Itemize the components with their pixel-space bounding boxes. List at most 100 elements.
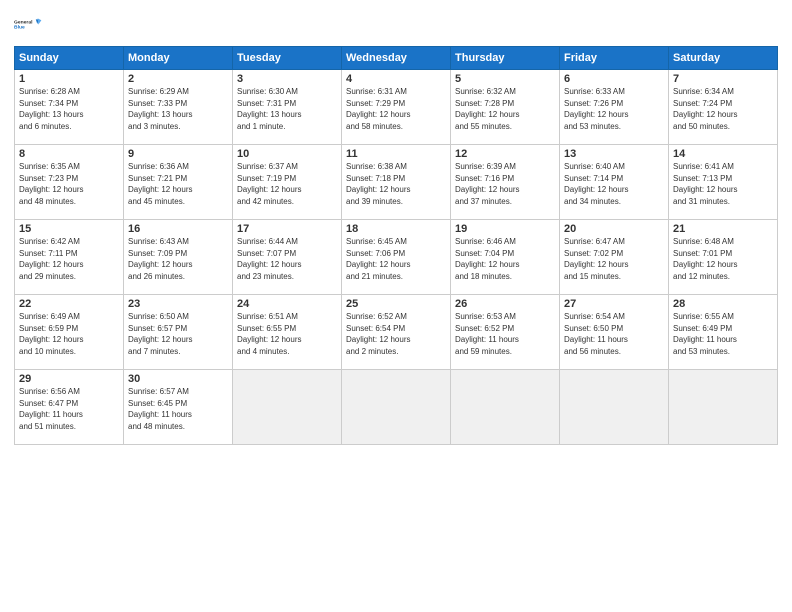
col-sunday: Sunday — [15, 47, 124, 70]
day-number: 15 — [19, 223, 119, 235]
day-number: 18 — [346, 223, 446, 235]
day-info: Sunrise: 6:36 AMSunset: 7:21 PMDaylight:… — [128, 161, 228, 207]
day-info: Sunrise: 6:44 AMSunset: 7:07 PMDaylight:… — [237, 236, 337, 282]
calendar-cell: 23Sunrise: 6:50 AMSunset: 6:57 PMDayligh… — [124, 295, 233, 370]
day-info: Sunrise: 6:40 AMSunset: 7:14 PMDaylight:… — [564, 161, 664, 207]
day-info: Sunrise: 6:37 AMSunset: 7:19 PMDaylight:… — [237, 161, 337, 207]
calendar-row: 29Sunrise: 6:56 AMSunset: 6:47 PMDayligh… — [15, 370, 778, 445]
calendar-cell: 7Sunrise: 6:34 AMSunset: 7:24 PMDaylight… — [669, 70, 778, 145]
day-number: 25 — [346, 298, 446, 310]
col-friday: Friday — [560, 47, 669, 70]
calendar-cell: 15Sunrise: 6:42 AMSunset: 7:11 PMDayligh… — [15, 220, 124, 295]
header-row: Sunday Monday Tuesday Wednesday Thursday… — [15, 47, 778, 70]
day-info: Sunrise: 6:43 AMSunset: 7:09 PMDaylight:… — [128, 236, 228, 282]
day-info: Sunrise: 6:34 AMSunset: 7:24 PMDaylight:… — [673, 86, 773, 132]
svg-text:Blue: Blue — [14, 25, 25, 31]
day-number: 12 — [455, 148, 555, 160]
calendar-cell — [451, 370, 560, 445]
day-number: 20 — [564, 223, 664, 235]
day-info: Sunrise: 6:39 AMSunset: 7:16 PMDaylight:… — [455, 161, 555, 207]
calendar-cell: 13Sunrise: 6:40 AMSunset: 7:14 PMDayligh… — [560, 145, 669, 220]
day-number: 21 — [673, 223, 773, 235]
calendar-cell: 9Sunrise: 6:36 AMSunset: 7:21 PMDaylight… — [124, 145, 233, 220]
day-number: 22 — [19, 298, 119, 310]
day-number: 17 — [237, 223, 337, 235]
calendar-cell — [233, 370, 342, 445]
day-info: Sunrise: 6:29 AMSunset: 7:33 PMDaylight:… — [128, 86, 228, 132]
day-info: Sunrise: 6:32 AMSunset: 7:28 PMDaylight:… — [455, 86, 555, 132]
day-info: Sunrise: 6:41 AMSunset: 7:13 PMDaylight:… — [673, 161, 773, 207]
calendar-table: Sunday Monday Tuesday Wednesday Thursday… — [14, 46, 778, 445]
day-info: Sunrise: 6:46 AMSunset: 7:04 PMDaylight:… — [455, 236, 555, 282]
day-info: Sunrise: 6:28 AMSunset: 7:34 PMDaylight:… — [19, 86, 119, 132]
day-number: 26 — [455, 298, 555, 310]
calendar-cell: 21Sunrise: 6:48 AMSunset: 7:01 PMDayligh… — [669, 220, 778, 295]
day-number: 16 — [128, 223, 228, 235]
calendar-cell: 1Sunrise: 6:28 AMSunset: 7:34 PMDaylight… — [15, 70, 124, 145]
calendar-cell: 30Sunrise: 6:57 AMSunset: 6:45 PMDayligh… — [124, 370, 233, 445]
col-thursday: Thursday — [451, 47, 560, 70]
day-info: Sunrise: 6:57 AMSunset: 6:45 PMDaylight:… — [128, 386, 228, 432]
calendar-cell: 2Sunrise: 6:29 AMSunset: 7:33 PMDaylight… — [124, 70, 233, 145]
calendar-cell — [669, 370, 778, 445]
calendar-cell: 28Sunrise: 6:55 AMSunset: 6:49 PMDayligh… — [669, 295, 778, 370]
day-number: 23 — [128, 298, 228, 310]
day-number: 28 — [673, 298, 773, 310]
calendar-cell: 17Sunrise: 6:44 AMSunset: 7:07 PMDayligh… — [233, 220, 342, 295]
header: GeneralBlue — [14, 10, 778, 38]
day-number: 27 — [564, 298, 664, 310]
day-info: Sunrise: 6:49 AMSunset: 6:59 PMDaylight:… — [19, 311, 119, 357]
day-number: 11 — [346, 148, 446, 160]
calendar-row: 1Sunrise: 6:28 AMSunset: 7:34 PMDaylight… — [15, 70, 778, 145]
logo-icon: GeneralBlue — [14, 10, 42, 38]
day-info: Sunrise: 6:52 AMSunset: 6:54 PMDaylight:… — [346, 311, 446, 357]
calendar-cell: 27Sunrise: 6:54 AMSunset: 6:50 PMDayligh… — [560, 295, 669, 370]
day-info: Sunrise: 6:38 AMSunset: 7:18 PMDaylight:… — [346, 161, 446, 207]
calendar-cell: 12Sunrise: 6:39 AMSunset: 7:16 PMDayligh… — [451, 145, 560, 220]
calendar-cell: 25Sunrise: 6:52 AMSunset: 6:54 PMDayligh… — [342, 295, 451, 370]
day-number: 19 — [455, 223, 555, 235]
calendar-cell: 29Sunrise: 6:56 AMSunset: 6:47 PMDayligh… — [15, 370, 124, 445]
day-number: 2 — [128, 73, 228, 85]
day-info: Sunrise: 6:50 AMSunset: 6:57 PMDaylight:… — [128, 311, 228, 357]
col-monday: Monday — [124, 47, 233, 70]
day-number: 30 — [128, 373, 228, 385]
calendar-cell: 24Sunrise: 6:51 AMSunset: 6:55 PMDayligh… — [233, 295, 342, 370]
day-number: 3 — [237, 73, 337, 85]
day-info: Sunrise: 6:47 AMSunset: 7:02 PMDaylight:… — [564, 236, 664, 282]
calendar-cell: 4Sunrise: 6:31 AMSunset: 7:29 PMDaylight… — [342, 70, 451, 145]
calendar-cell: 10Sunrise: 6:37 AMSunset: 7:19 PMDayligh… — [233, 145, 342, 220]
calendar-cell: 3Sunrise: 6:30 AMSunset: 7:31 PMDaylight… — [233, 70, 342, 145]
calendar-cell: 11Sunrise: 6:38 AMSunset: 7:18 PMDayligh… — [342, 145, 451, 220]
calendar-cell: 19Sunrise: 6:46 AMSunset: 7:04 PMDayligh… — [451, 220, 560, 295]
day-info: Sunrise: 6:55 AMSunset: 6:49 PMDaylight:… — [673, 311, 773, 357]
day-number: 13 — [564, 148, 664, 160]
calendar-cell: 6Sunrise: 6:33 AMSunset: 7:26 PMDaylight… — [560, 70, 669, 145]
svg-text:General: General — [14, 19, 33, 25]
col-saturday: Saturday — [669, 47, 778, 70]
day-info: Sunrise: 6:56 AMSunset: 6:47 PMDaylight:… — [19, 386, 119, 432]
day-number: 8 — [19, 148, 119, 160]
day-info: Sunrise: 6:33 AMSunset: 7:26 PMDaylight:… — [564, 86, 664, 132]
logo: GeneralBlue — [14, 10, 42, 38]
day-number: 5 — [455, 73, 555, 85]
calendar-cell: 8Sunrise: 6:35 AMSunset: 7:23 PMDaylight… — [15, 145, 124, 220]
calendar-row: 15Sunrise: 6:42 AMSunset: 7:11 PMDayligh… — [15, 220, 778, 295]
calendar-row: 22Sunrise: 6:49 AMSunset: 6:59 PMDayligh… — [15, 295, 778, 370]
calendar-cell — [560, 370, 669, 445]
day-number: 1 — [19, 73, 119, 85]
day-number: 4 — [346, 73, 446, 85]
page-container: GeneralBlue Sunday Monday Tuesday Wednes… — [0, 0, 792, 455]
calendar-cell: 22Sunrise: 6:49 AMSunset: 6:59 PMDayligh… — [15, 295, 124, 370]
calendar-cell: 14Sunrise: 6:41 AMSunset: 7:13 PMDayligh… — [669, 145, 778, 220]
calendar-cell: 16Sunrise: 6:43 AMSunset: 7:09 PMDayligh… — [124, 220, 233, 295]
calendar-cell: 26Sunrise: 6:53 AMSunset: 6:52 PMDayligh… — [451, 295, 560, 370]
day-info: Sunrise: 6:51 AMSunset: 6:55 PMDaylight:… — [237, 311, 337, 357]
day-number: 14 — [673, 148, 773, 160]
day-info: Sunrise: 6:30 AMSunset: 7:31 PMDaylight:… — [237, 86, 337, 132]
day-info: Sunrise: 6:35 AMSunset: 7:23 PMDaylight:… — [19, 161, 119, 207]
calendar-cell: 18Sunrise: 6:45 AMSunset: 7:06 PMDayligh… — [342, 220, 451, 295]
day-number: 24 — [237, 298, 337, 310]
day-info: Sunrise: 6:53 AMSunset: 6:52 PMDaylight:… — [455, 311, 555, 357]
day-info: Sunrise: 6:48 AMSunset: 7:01 PMDaylight:… — [673, 236, 773, 282]
